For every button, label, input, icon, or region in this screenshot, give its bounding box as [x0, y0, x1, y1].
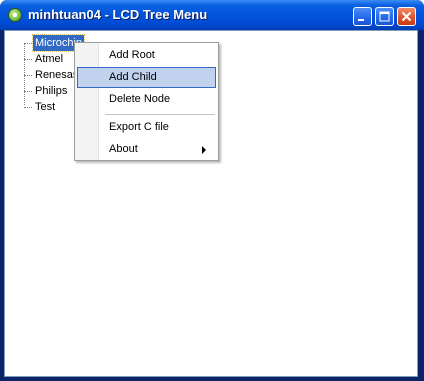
menu-item-export-c-file[interactable]: Export C file [77, 117, 216, 138]
close-icon [401, 11, 412, 22]
maximize-button[interactable] [375, 7, 394, 26]
tree-node-philips[interactable]: Philips [24, 83, 69, 99]
title-bar[interactable]: minhtuan04 - LCD Tree Menu [0, 0, 424, 30]
close-button[interactable] [397, 7, 416, 26]
maximize-icon [379, 11, 390, 22]
app-window: minhtuan04 - LCD Tree Menu Microchip Atm… [0, 0, 424, 381]
menu-item-about[interactable]: About [77, 139, 216, 160]
window-title: minhtuan04 - LCD Tree Menu [28, 7, 208, 22]
tree-connector [24, 90, 32, 92]
menu-separator [105, 114, 215, 115]
app-icon[interactable] [8, 8, 22, 22]
tree-connector [24, 74, 32, 76]
menu-item-delete-node[interactable]: Delete Node [77, 89, 216, 110]
minimize-button[interactable] [353, 7, 372, 26]
tree-node-test[interactable]: Test [24, 99, 57, 115]
context-menu: Add Root Add Child Delete Node Export C … [74, 42, 219, 161]
tree-node-label: Philips [35, 85, 68, 98]
tree-node-atmel[interactable]: Atmel [24, 51, 65, 67]
tree-node-label: Atmel [35, 53, 64, 66]
minimize-icon [358, 19, 364, 21]
menu-item-add-root[interactable]: Add Root [77, 45, 216, 66]
menu-item-add-child[interactable]: Add Child [77, 67, 216, 88]
tree-connector [24, 106, 32, 108]
tree-connector [24, 58, 32, 60]
tree-node-renesas[interactable]: Renesas [24, 67, 80, 83]
menu-item-about-label: About [109, 143, 138, 155]
tree-node-label: Test [35, 101, 56, 114]
tree-connector [24, 42, 32, 44]
submenu-arrow-icon [202, 146, 206, 154]
